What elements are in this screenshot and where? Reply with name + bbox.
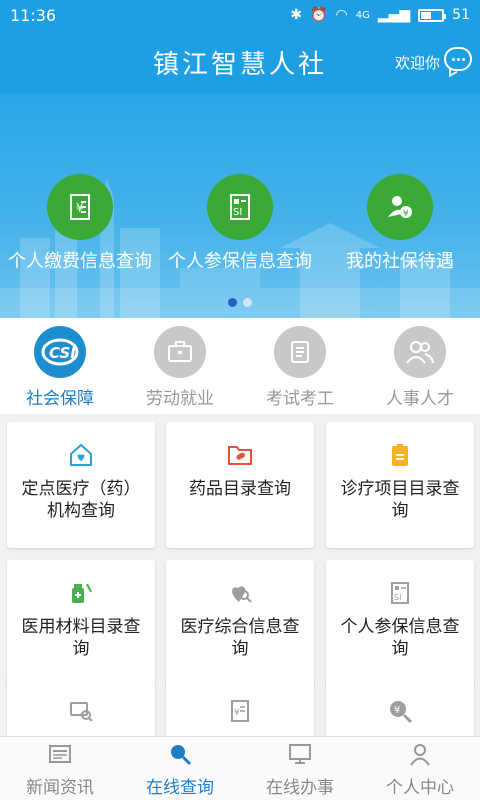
status-bar: 11:36 ✱ ⏰ ◠ 4G ▂▄▆ 51 — [0, 0, 480, 30]
status-time: 11:36 — [10, 5, 57, 25]
bottom-nav: 新闻资讯 在线查询 在线办事 个人中心 — [0, 736, 480, 800]
nav-label: 新闻资讯 — [26, 778, 94, 798]
monitor-icon — [289, 744, 311, 764]
si-card-icon: SI — [207, 174, 273, 240]
carousel-indicator — [0, 298, 480, 307]
service-card-row3-col1[interactable] — [7, 678, 155, 736]
yen-document-icon: ¥ — [227, 698, 253, 724]
carousel-dot[interactable] — [243, 298, 252, 307]
csi-logo-icon: CSI — [34, 326, 86, 378]
yen-search-icon: ¥ — [387, 698, 413, 724]
nav-online-query[interactable]: 在线查询 — [120, 737, 240, 800]
service-card-medical-materials[interactable]: 医用材料目录查询 — [7, 560, 155, 686]
clipboard-icon — [387, 442, 413, 468]
si-card-icon: SI — [387, 580, 413, 606]
service-card-row3-col2[interactable]: ¥ — [166, 678, 314, 736]
banner-item-label: 个人参保信息查询 — [168, 251, 312, 272]
nav-personal-center[interactable]: 个人中心 — [360, 737, 480, 800]
banner-item-payment-query[interactable]: ¥ 个人缴费信息查询 — [0, 174, 160, 273]
wifi-icon: ◠ — [335, 7, 348, 23]
person-yen-icon: ¥ — [367, 174, 433, 240]
service-card-insurance-info[interactable]: SI 个人参保信息查询 — [326, 560, 474, 686]
service-card-label: 药品目录查询 — [189, 479, 291, 499]
battery-icon — [418, 8, 447, 22]
carousel-dot[interactable] — [228, 298, 237, 307]
app-header: 镇江智慧人社 欢迎你 — [0, 30, 480, 94]
service-card-label: 定点医疗（药）机构查询 — [21, 479, 141, 521]
nav-online-service[interactable]: 在线办事 — [240, 737, 360, 800]
certificate-search-icon — [68, 698, 94, 724]
banner-carousel[interactable]: ¥ 个人缴费信息查询 SI 个人参保信息查询 ¥ 我的社保待遇 — [0, 94, 480, 318]
medicine-bottle-icon — [68, 580, 94, 606]
tab-label: 劳动就业 — [146, 389, 214, 409]
medical-house-icon — [68, 442, 94, 468]
category-tabs: CSI 社会保障 劳动就业 考试考工 人事人才 — [0, 318, 480, 414]
service-card-label: 个人参保信息查询 — [340, 617, 460, 659]
service-card-drug-catalog[interactable]: 药品目录查询 — [166, 422, 314, 548]
banner-item-label: 个人缴费信息查询 — [8, 251, 152, 272]
banner-item-insurance-query[interactable]: SI 个人参保信息查询 — [160, 174, 320, 273]
chat-bubble-icon[interactable] — [444, 47, 472, 71]
banner-item-label: 我的社保待遇 — [346, 251, 454, 272]
tab-exams[interactable]: 考试考工 — [240, 318, 360, 414]
battery-percent: 51 — [452, 7, 470, 23]
tab-social-security[interactable]: CSI 社会保障 — [0, 318, 120, 414]
svg-text:SI: SI — [394, 593, 401, 602]
svg-text:SI: SI — [233, 207, 242, 218]
user-icon — [410, 744, 430, 766]
tab-employment[interactable]: 劳动就业 — [120, 318, 240, 414]
banner-item-benefits[interactable]: ¥ 我的社保待遇 — [320, 174, 480, 273]
svg-text:¥: ¥ — [234, 708, 240, 718]
network-label: 4G — [355, 9, 370, 21]
svg-text:CSI: CSI — [49, 344, 76, 362]
pill-folder-icon — [227, 442, 253, 468]
alarm-icon: ⏰ — [310, 7, 328, 23]
tab-label: 考试考工 — [266, 389, 334, 409]
briefcase-icon — [154, 326, 206, 378]
nav-label: 在线查询 — [146, 778, 214, 798]
news-icon — [49, 745, 71, 763]
search-icon — [171, 745, 192, 766]
signal-icon: ▂▄▆ — [377, 7, 411, 23]
people-icon — [394, 326, 446, 378]
tab-label: 社会保障 — [26, 389, 94, 409]
scroll-icon — [274, 326, 326, 378]
tab-label: 人事人才 — [386, 389, 454, 409]
payment-receipt-icon: ¥ — [47, 174, 113, 240]
nav-label: 个人中心 — [386, 778, 454, 798]
bluetooth-icon: ✱ — [290, 7, 303, 23]
service-card-label: 诊疗项目目录查询 — [340, 479, 460, 521]
service-card-row3-col3[interactable]: ¥ — [326, 678, 474, 736]
welcome-text: 欢迎你 — [394, 54, 440, 72]
service-card-label: 医疗综合信息查询 — [180, 617, 300, 659]
service-grid: 定点医疗（药）机构查询 药品目录查询 诊疗项目目录查询 医用材料目录查询 医疗综… — [0, 414, 480, 736]
heart-search-icon — [227, 580, 253, 606]
nav-news[interactable]: 新闻资讯 — [0, 737, 120, 800]
svg-text:¥: ¥ — [394, 705, 400, 716]
service-card-label: 医用材料目录查询 — [21, 617, 141, 659]
service-card-medical-institution[interactable]: 定点医疗（药）机构查询 — [7, 422, 155, 548]
tab-personnel[interactable]: 人事人才 — [360, 318, 480, 414]
service-card-medical-comprehensive[interactable]: 医疗综合信息查询 — [166, 560, 314, 686]
nav-label: 在线办事 — [266, 778, 334, 798]
service-card-treatment-catalog[interactable]: 诊疗项目目录查询 — [326, 422, 474, 548]
svg-text:¥: ¥ — [403, 209, 409, 219]
